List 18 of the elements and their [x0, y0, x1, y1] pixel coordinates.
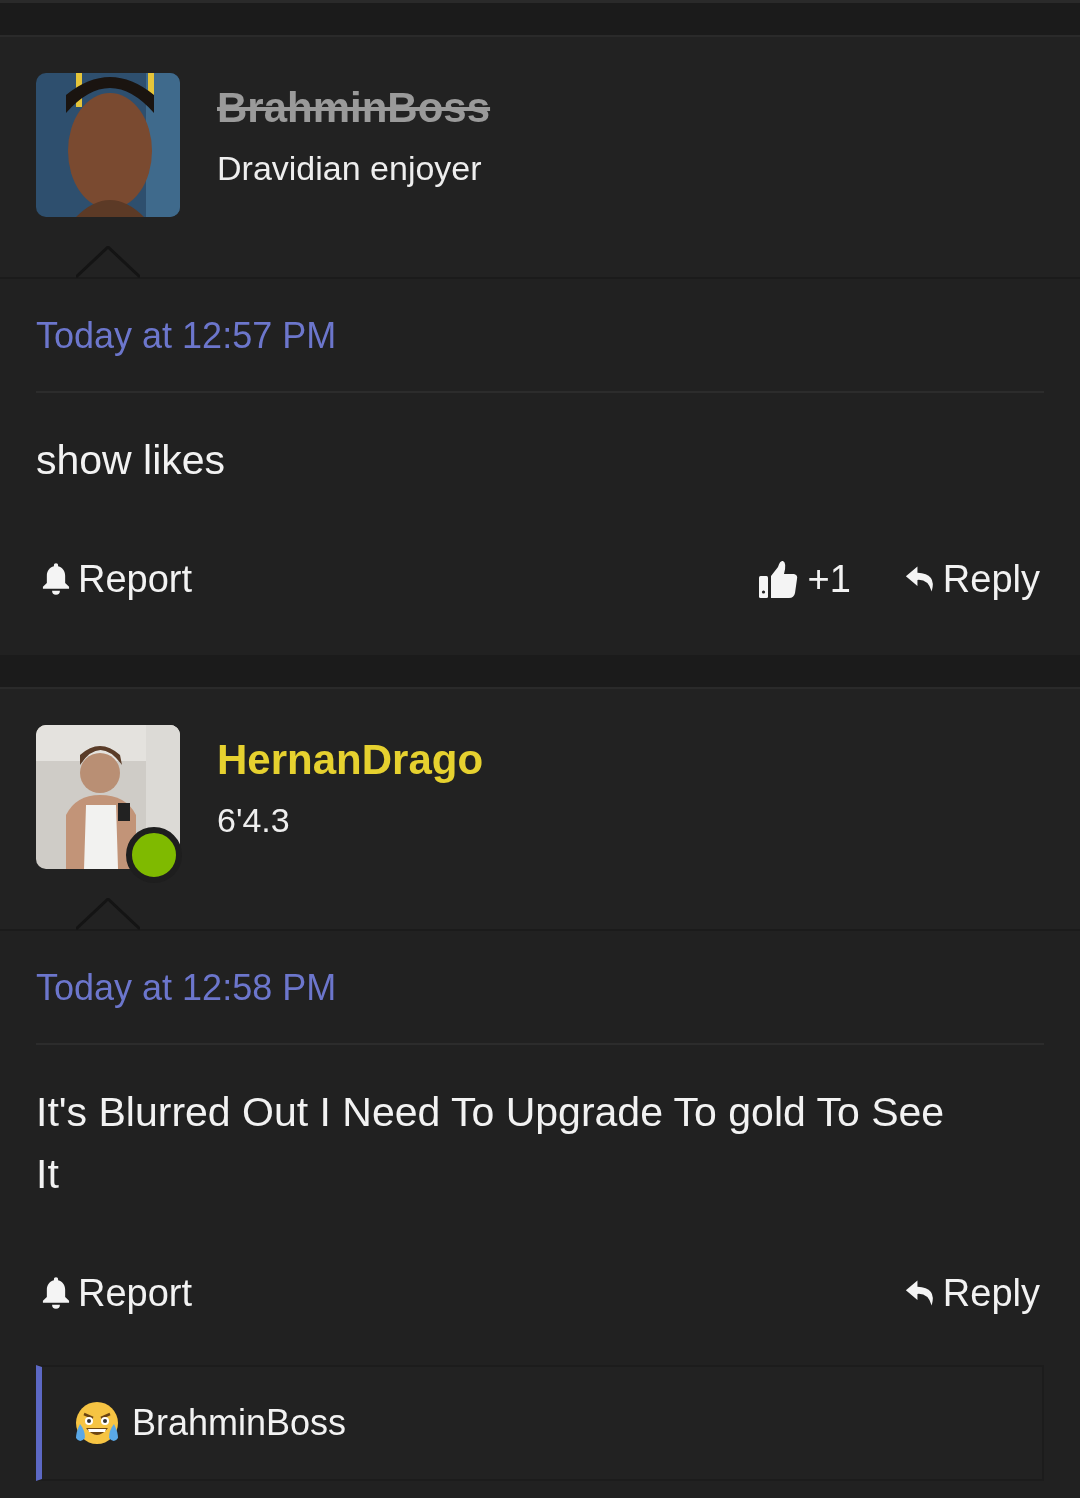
post-message: show likes — [36, 436, 227, 485]
thumbs-up-icon — [757, 559, 798, 599]
reply-link[interactable]: Reply — [900, 1271, 1044, 1315]
post-time-link[interactable]: Today at 12:57 PM — [36, 315, 337, 357]
user-title: 6'4.3 — [217, 801, 291, 841]
report-link[interactable]: Report — [36, 557, 197, 601]
bell-icon — [40, 1276, 72, 1310]
username-link[interactable]: HernanDrago — [217, 735, 484, 786]
reaction-user-link[interactable]: BrahminBoss — [132, 1402, 347, 1444]
bell-icon — [40, 562, 72, 596]
like-button[interactable]: +1 — [753, 557, 855, 601]
post-message: It's Blurred Out I Need To Upgrade To gold To See It — [36, 1088, 946, 1199]
post-time-link[interactable]: Today at 12:58 PM — [36, 967, 337, 1009]
crying-laughing-face-icon — [74, 1400, 120, 1446]
report-link[interactable]: Report — [36, 1271, 197, 1315]
reply-link[interactable]: Reply — [900, 557, 1044, 601]
user-title: Dravidian enjoyer — [217, 149, 483, 189]
username-link[interactable]: BrahminBoss — [217, 83, 491, 134]
